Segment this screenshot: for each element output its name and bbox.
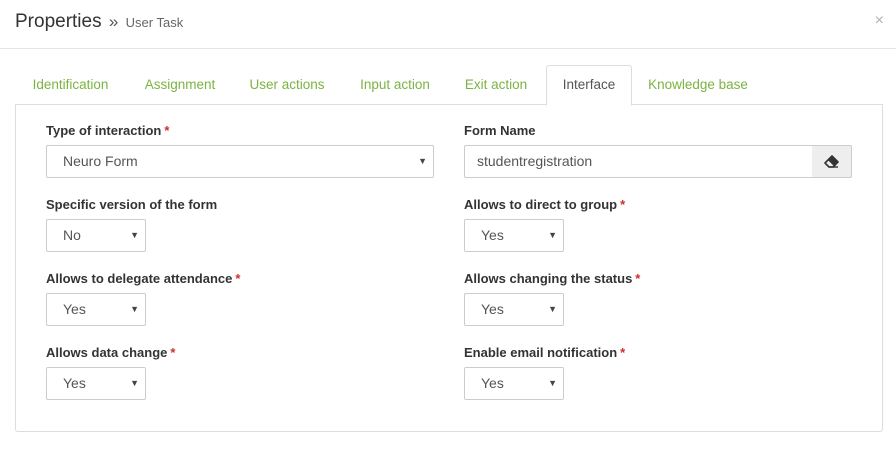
clear-form-name-button[interactable] [812, 145, 852, 178]
chevron-down-icon: ▼ [130, 304, 139, 314]
direct-to-group-value: Yes [481, 227, 504, 243]
chevron-down-icon: ▼ [130, 230, 139, 240]
type-of-interaction-label: Type of interaction * [46, 123, 170, 138]
email-notification-select[interactable]: Yes ▼ [464, 367, 564, 400]
chevron-down-icon: ▼ [548, 230, 557, 240]
modal-title: Properties » User Task [15, 11, 183, 33]
tab-bar: Identification Assignment User actions I… [15, 65, 883, 106]
tab-interface[interactable]: Interface [546, 65, 632, 106]
eraser-icon [824, 155, 839, 168]
required-marker: * [170, 345, 176, 360]
tab-input-action[interactable]: Input action [346, 65, 444, 105]
close-icon[interactable]: × [875, 12, 884, 30]
chevron-down-icon: ▼ [418, 156, 427, 166]
changing-status-value: Yes [481, 301, 504, 317]
email-notification-value: Yes [481, 375, 504, 391]
tab-identification[interactable]: Identification [15, 65, 126, 105]
form-name-label: Form Name [464, 123, 536, 138]
data-change-select[interactable]: Yes ▼ [46, 367, 146, 400]
data-change-label: Allows data change * [46, 345, 176, 360]
tab-assignment[interactable]: Assignment [130, 65, 230, 105]
page-title: Properties [15, 11, 102, 32]
delegate-attendance-value: Yes [63, 301, 86, 317]
tab-user-actions[interactable]: User actions [237, 65, 337, 105]
type-of-interaction-select[interactable]: Neuro Form ▼ [46, 145, 434, 178]
modal-header: Properties » User Task × [0, 0, 896, 49]
email-notification-label: Enable email notification * [464, 345, 626, 360]
direct-to-group-label: Allows to direct to group * [464, 197, 626, 212]
specific-version-select[interactable]: No ▼ [46, 219, 146, 252]
required-marker: * [164, 123, 170, 138]
required-marker: * [635, 271, 641, 286]
changing-status-select[interactable]: Yes ▼ [464, 293, 564, 326]
form-name-field[interactable]: studentregistration [464, 145, 813, 178]
tab-knowledge-base[interactable]: Knowledge base [639, 65, 757, 105]
data-change-value: Yes [63, 375, 86, 391]
specific-version-label: Specific version of the form [46, 197, 218, 212]
specific-version-value: No [63, 227, 81, 243]
delegate-attendance-label: Allows to delegate attendance * [46, 271, 241, 286]
chevron-down-icon: ▼ [130, 378, 139, 388]
breadcrumb-separator: » [108, 12, 119, 31]
tab-exit-action[interactable]: Exit action [453, 65, 539, 105]
required-marker: * [620, 345, 626, 360]
type-of-interaction-value: Neuro Form [63, 153, 138, 169]
chevron-down-icon: ▼ [548, 378, 557, 388]
required-marker: * [620, 197, 626, 212]
page-subtitle: User Task [125, 15, 184, 30]
required-marker: * [235, 271, 241, 286]
chevron-down-icon: ▼ [548, 304, 557, 314]
delegate-attendance-select[interactable]: Yes ▼ [46, 293, 146, 326]
direct-to-group-select[interactable]: Yes ▼ [464, 219, 564, 252]
changing-status-label: Allows changing the status * [464, 271, 641, 286]
